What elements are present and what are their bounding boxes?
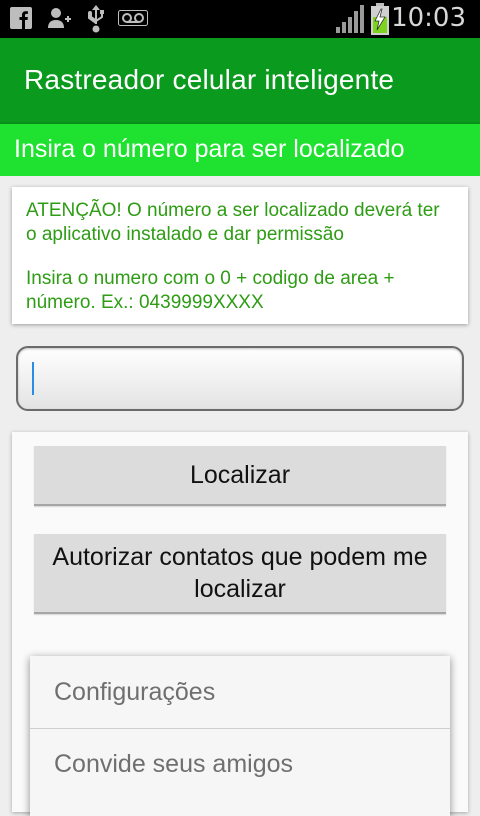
facebook-icon [10, 7, 32, 29]
text-caret [32, 362, 34, 395]
locate-button[interactable]: Localizar [34, 446, 446, 506]
menu-item-invite-friends[interactable]: Convide seus amigos [30, 728, 450, 800]
status-time: 10:03 [391, 3, 466, 33]
options-menu: Configurações Convide seus amigos [30, 656, 450, 816]
subheader-banner: Insira o número para ser localizado [0, 122, 480, 176]
status-bar: 10:03 [0, 0, 480, 38]
phone-number-input[interactable] [16, 346, 464, 411]
menu-item-settings[interactable]: Configurações [30, 656, 450, 728]
action-bar: Rastreador celular inteligente [0, 38, 480, 122]
voicemail-icon [118, 10, 148, 26]
usb-icon [88, 5, 104, 33]
app-title: Rastreador celular inteligente [24, 64, 395, 95]
person-add-icon [48, 8, 71, 28]
authorize-contacts-button[interactable]: Autorizar contatos que podem me localiza… [34, 534, 446, 614]
battery-charging-icon [371, 3, 389, 35]
notice-warning: ATENÇÃO! O número a ser localizado dever… [26, 200, 440, 245]
notice-instruction: Insira o numero com o 0 + codigo de area… [26, 268, 395, 313]
signal-icon [336, 5, 364, 33]
subheader-text: Insira o número para ser localizado [14, 135, 405, 163]
notice-card: ATENÇÃO! O número a ser localizado dever… [12, 187, 468, 324]
